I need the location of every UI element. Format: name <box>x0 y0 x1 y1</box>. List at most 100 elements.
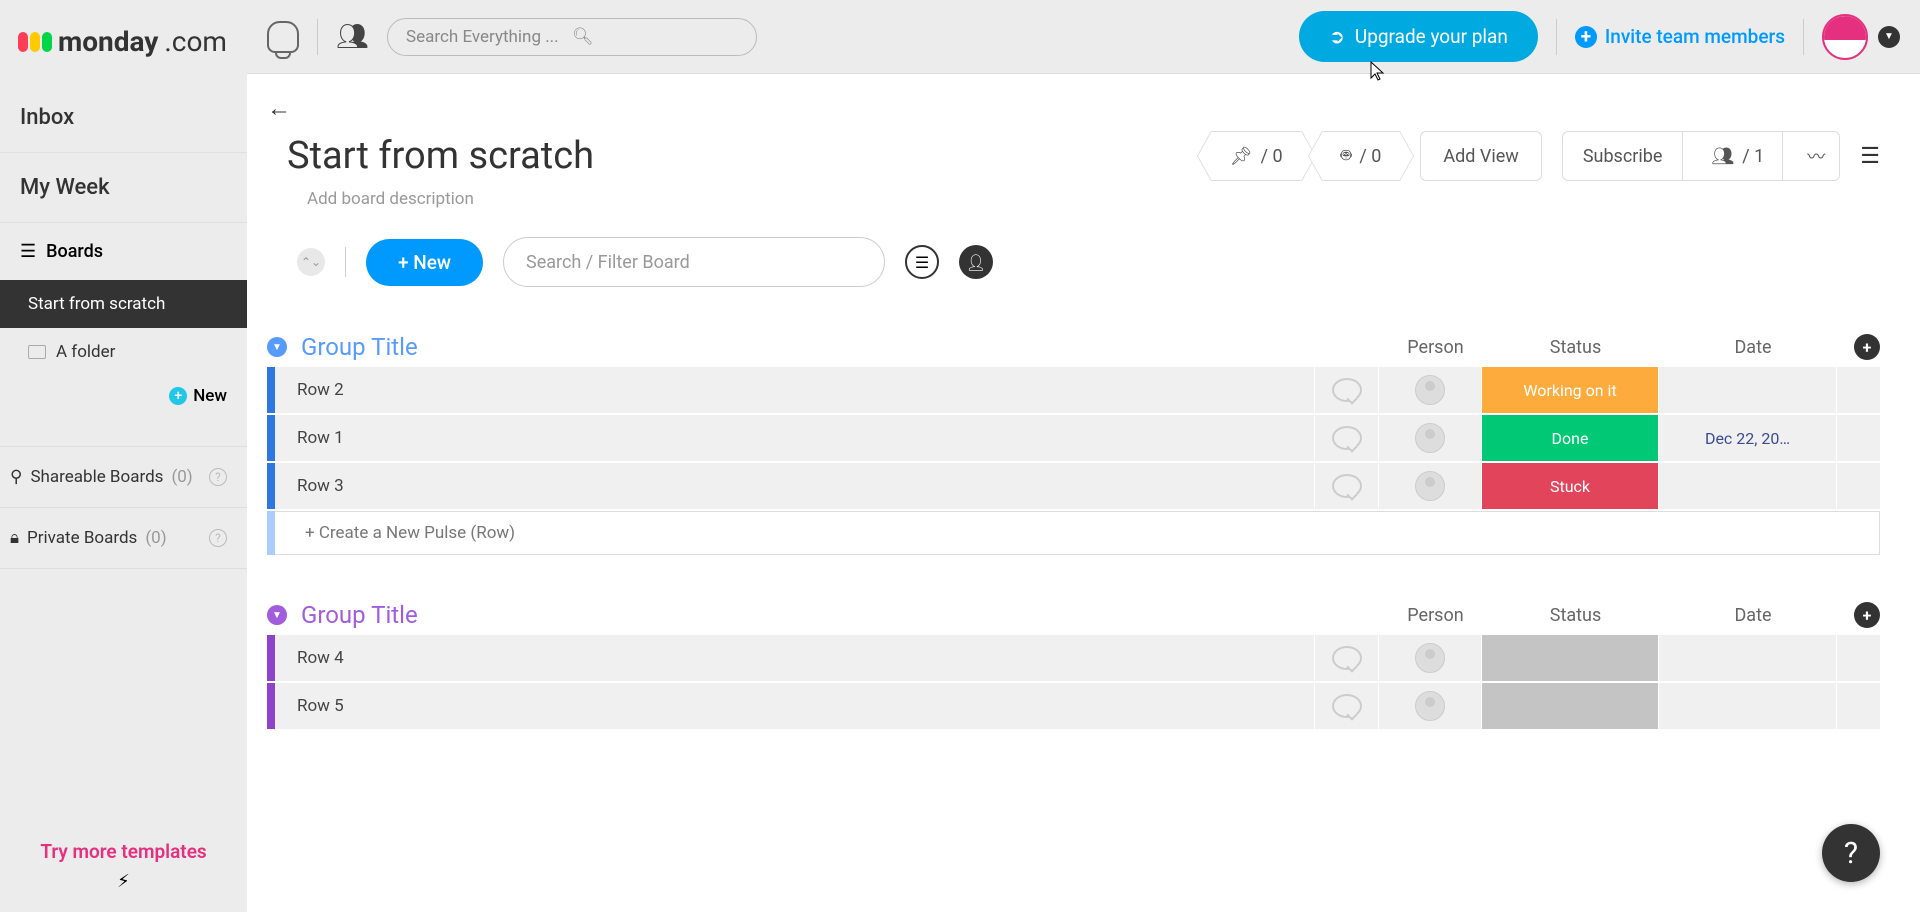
group-title[interactable]: Group Title <box>301 333 1384 361</box>
board-description[interactable]: Add board description <box>307 189 1880 209</box>
collapse-all[interactable]: ⌃⌄ <box>297 248 325 276</box>
table-row[interactable]: Row 5 <box>267 683 1880 729</box>
column-date[interactable]: Date <box>1664 605 1842 626</box>
add-column-button[interactable]: + <box>1854 334 1880 360</box>
logo[interactable]: monday.com <box>0 0 247 83</box>
date-cell[interactable] <box>1658 635 1836 681</box>
private-boards[interactable]: 🔒︎ Private Boards (0) ? <box>0 507 247 569</box>
automation-counter[interactable]: 🤖︎ / 0 <box>1322 131 1401 181</box>
chat-icon <box>1332 694 1362 718</box>
share-icon: ⚲ <box>10 467 22 487</box>
status-cell[interactable]: Done <box>1481 415 1658 461</box>
avatar-dropdown[interactable]: ▼ <box>1878 26 1900 48</box>
date-cell[interactable]: Dec 22, 20… <box>1658 415 1836 461</box>
filter-placeholder: Search / Filter Board <box>526 252 690 273</box>
column-person[interactable]: Person <box>1384 337 1487 358</box>
help-icon[interactable]: ? <box>209 468 227 486</box>
person-filter-icon[interactable]: 👤︎ <box>959 245 993 279</box>
add-column-button[interactable]: + <box>1854 602 1880 628</box>
row-chat[interactable] <box>1314 635 1378 681</box>
person-cell[interactable] <box>1378 367 1481 413</box>
board-header: Start from scratch 📌︎ / 0 🤖︎ / 0 Add Vie… <box>287 131 1880 181</box>
pin-counter[interactable]: 📌︎ / 0 <box>1211 131 1302 181</box>
new-folder-button[interactable]: + New <box>0 376 247 416</box>
lock-icon: 🔒︎ <box>10 528 19 548</box>
status-cell[interactable] <box>1481 635 1658 681</box>
column-status[interactable]: Status <box>1487 337 1664 358</box>
person-cell[interactable] <box>1378 635 1481 681</box>
bolt-icon: ⚡︎ <box>20 871 227 892</box>
chat-icon <box>1332 426 1362 450</box>
end-cell <box>1836 463 1880 509</box>
shareable-boards[interactable]: ⚲ Shareable Boards (0) ? <box>0 446 247 507</box>
table-row[interactable]: Row 3 Stuck <box>267 463 1880 509</box>
person-cell[interactable] <box>1378 415 1481 461</box>
upgrade-button[interactable]: ➲ Upgrade your plan <box>1299 11 1538 62</box>
row-name[interactable]: Row 5 <box>275 683 1314 729</box>
table-row[interactable]: Row 1 Done Dec 22, 20… <box>267 415 1880 461</box>
templates-section: Try more templates ⚡︎ <box>0 820 247 912</box>
row-name[interactable]: Row 2 <box>275 367 1314 413</box>
private-count: (0) <box>145 528 166 548</box>
group-toggle[interactable]: ▼ <box>267 605 287 625</box>
pin-count: / 0 <box>1261 146 1283 167</box>
table-row[interactable]: Row 2 Working on it <box>267 367 1880 413</box>
sidebar-folder[interactable]: A folder <box>0 328 247 376</box>
activity-icon[interactable]: 〰 <box>1793 143 1839 169</box>
nav-myweek[interactable]: My Week <box>0 153 247 223</box>
subscribe-button[interactable]: Subscribe <box>1563 132 1684 180</box>
status-cell[interactable]: Stuck <box>1481 463 1658 509</box>
person-cell[interactable] <box>1378 463 1481 509</box>
create-row[interactable]: + Create a New Pulse (Row) <box>267 511 1880 555</box>
board-title[interactable]: Start from scratch <box>287 134 1191 178</box>
people-icon: 👥︎ <box>1711 146 1734 167</box>
date-cell[interactable] <box>1658 683 1836 729</box>
person-cell[interactable] <box>1378 683 1481 729</box>
topbar: 👥︎ Search Everything ... 🔍︎ ➲ Upgrade yo… <box>247 0 1920 74</box>
help-fab[interactable]: ? <box>1822 824 1880 882</box>
boards-header[interactable]: ☰ Boards <box>0 223 247 280</box>
date-cell[interactable] <box>1658 367 1836 413</box>
sidebar-board-active[interactable]: Start from scratch <box>0 280 247 328</box>
filter-search[interactable]: Search / Filter Board <box>503 237 885 287</box>
table-row[interactable]: Row 4 <box>267 635 1880 681</box>
folder-label: A folder <box>56 342 115 362</box>
column-status[interactable]: Status <box>1487 605 1664 626</box>
row-chat[interactable] <box>1314 415 1378 461</box>
user-avatar[interactable] <box>1822 14 1868 60</box>
group-title[interactable]: Group Title <box>301 601 1384 629</box>
filter-icon[interactable]: ☰ <box>905 245 939 279</box>
notifications-icon[interactable] <box>267 21 299 53</box>
back-arrow[interactable]: ← <box>267 94 1880 123</box>
board-menu[interactable]: ☰ <box>1860 144 1880 169</box>
date-cell[interactable] <box>1658 463 1836 509</box>
row-stripe <box>267 511 275 555</box>
column-date[interactable]: Date <box>1664 337 1842 358</box>
row-chat[interactable] <box>1314 463 1378 509</box>
row-chat[interactable] <box>1314 683 1378 729</box>
invite-button[interactable]: + Invite team members <box>1575 25 1785 48</box>
global-search[interactable]: Search Everything ... 🔍︎ <box>387 18 757 56</box>
members-button[interactable]: 👥︎ / 1 <box>1693 132 1783 180</box>
person-avatar-icon <box>1415 423 1445 453</box>
status-cell[interactable]: Working on it <box>1481 367 1658 413</box>
templates-link[interactable]: Try more templates <box>20 840 227 863</box>
status-cell[interactable] <box>1481 683 1658 729</box>
chat-icon <box>1332 474 1362 498</box>
row-chat[interactable] <box>1314 367 1378 413</box>
help-icon[interactable]: ? <box>209 529 227 547</box>
group-toggle[interactable]: ▼ <box>267 337 287 357</box>
person-avatar-icon <box>1415 471 1445 501</box>
row-name[interactable]: Row 3 <box>275 463 1314 509</box>
divider <box>317 19 318 55</box>
private-label: Private Boards <box>27 528 137 548</box>
row-name[interactable]: Row 1 <box>275 415 1314 461</box>
column-person[interactable]: Person <box>1384 605 1487 626</box>
new-button[interactable]: + New <box>366 239 483 286</box>
add-view-button[interactable]: Add View <box>1420 131 1541 181</box>
search-placeholder: Search Everything ... <box>406 27 572 47</box>
nav-inbox[interactable]: Inbox <box>0 83 247 153</box>
robot-count: / 0 <box>1359 146 1381 167</box>
people-icon[interactable]: 👥︎ <box>336 22 369 52</box>
row-name[interactable]: Row 4 <box>275 635 1314 681</box>
